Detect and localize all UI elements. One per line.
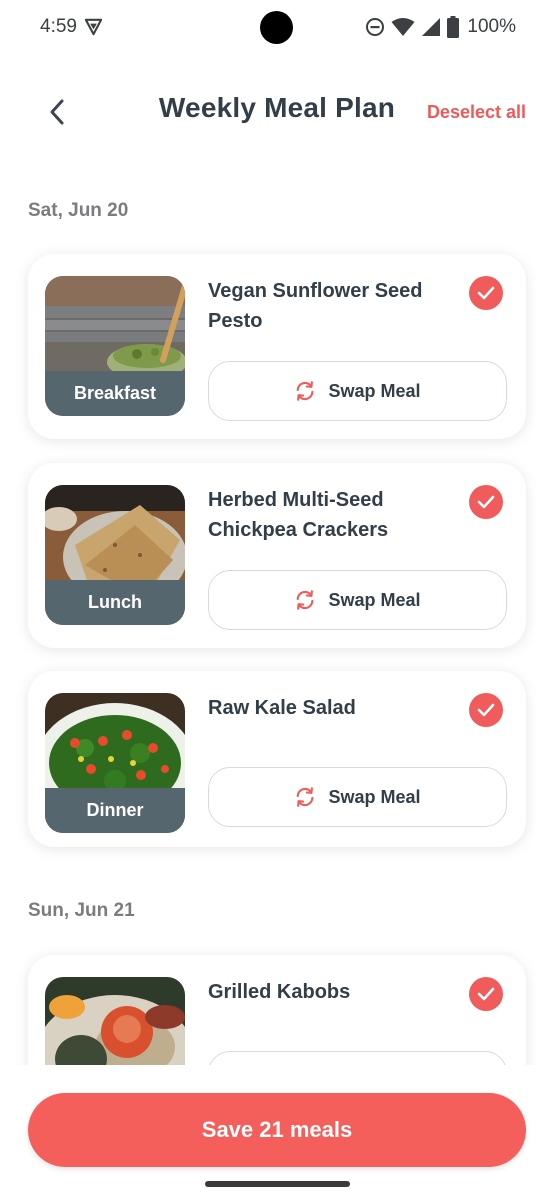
deselect-all-button[interactable]: Deselect all [427, 102, 526, 123]
checkmark-icon [477, 286, 495, 300]
status-bar: 4:59 100% [0, 0, 554, 56]
swap-meal-button[interactable] [208, 1051, 507, 1065]
battery-icon [447, 16, 460, 38]
meal-select-checkbox[interactable] [469, 485, 503, 519]
meal-type-tag: Lunch [45, 580, 185, 625]
meal-photo [45, 977, 185, 1065]
wifi-icon [391, 18, 415, 36]
home-indicator[interactable] [205, 1181, 350, 1187]
meal-card: Grilled Kabobs [28, 955, 526, 1065]
app-header: Weekly Meal Plan Deselect all [0, 72, 554, 152]
battery-percentage: 100% [467, 16, 516, 37]
meal-select-checkbox[interactable] [469, 977, 503, 1011]
meal-photo: Breakfast [45, 276, 185, 416]
kabobs-photo [45, 977, 185, 1065]
checkmark-icon [477, 987, 495, 1001]
do-not-disturb-icon [366, 18, 385, 36]
meal-plan-list[interactable]: Sat, Jun 20 Breakfast Vegan Sunflower Se… [0, 160, 554, 1065]
checkmark-icon [477, 703, 495, 717]
swap-icon [297, 381, 314, 401]
day-label: Sat, Jun 20 [28, 200, 129, 221]
meal-name[interactable]: Herbed Multi-Seed Chickpea Crackers [208, 485, 458, 545]
signal-icon [422, 18, 441, 36]
swap-meal-button[interactable]: Swap Meal [208, 361, 507, 421]
meal-name[interactable]: Raw Kale Salad [208, 693, 458, 723]
save-meals-button[interactable]: Save 21 meals [28, 1093, 526, 1167]
meal-card: Lunch Herbed Multi-Seed Chickpea Cracker… [28, 463, 526, 648]
status-time: 4:59 [40, 16, 77, 37]
meal-type-tag: Breakfast [45, 371, 185, 416]
swap-icon [297, 590, 314, 610]
swap-icon [297, 787, 314, 807]
meal-photo: Dinner [45, 693, 185, 833]
swap-meal-label: Swap Meal [328, 589, 421, 610]
meal-select-checkbox[interactable] [469, 276, 503, 310]
swap-meal-button[interactable]: Swap Meal [208, 570, 507, 630]
swap-meal-label: Swap Meal [328, 380, 421, 401]
checkmark-icon [477, 495, 495, 509]
day-label: Sun, Jun 21 [28, 900, 135, 921]
meal-photo: Lunch [45, 485, 185, 625]
meal-name[interactable]: Vegan Sunflower Seed Pesto [208, 276, 458, 336]
vpn-icon [84, 18, 103, 36]
camera-cutout [260, 11, 293, 44]
meal-card: Breakfast Vegan Sunflower Seed Pesto Swa… [28, 254, 526, 439]
meal-type-tag: Dinner [45, 788, 185, 833]
swap-meal-label: Swap Meal [328, 786, 421, 807]
swap-meal-button[interactable]: Swap Meal [208, 767, 507, 827]
meal-name[interactable]: Grilled Kabobs [208, 977, 458, 1007]
status-icons: 100% [365, 14, 516, 40]
bottom-bar: Save 21 meals [0, 1065, 554, 1200]
meal-card: Dinner Raw Kale Salad Swap Meal [28, 671, 526, 847]
meal-select-checkbox[interactable] [469, 693, 503, 727]
